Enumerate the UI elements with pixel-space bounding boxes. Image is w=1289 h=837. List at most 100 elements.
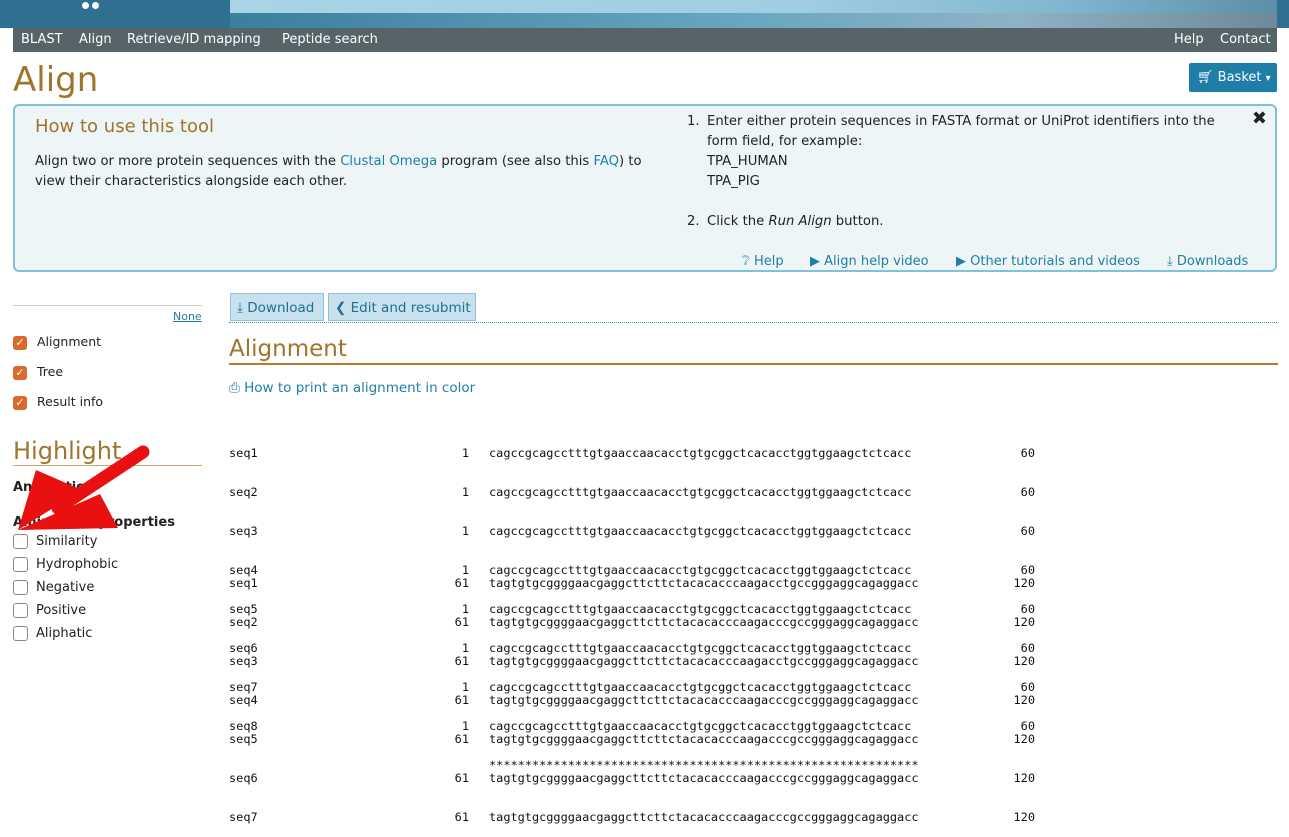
site-logo[interactable]	[82, 0, 108, 9]
step2-suffix: button.	[831, 214, 884, 229]
printer-icon: ⎙	[229, 380, 240, 396]
checkbox-label: Alignment	[37, 334, 102, 349]
seq-start: 61	[454, 771, 469, 785]
top-nav: BLAST Align Retrieve/ID mapping Peptide …	[13, 28, 1277, 52]
highlight-divider	[13, 465, 202, 466]
seq-start: 61	[454, 654, 469, 668]
checkbox-label: Aliphatic	[36, 626, 93, 641]
step-number: 1.	[687, 114, 700, 129]
property-similarity[interactable]: Similarity	[13, 534, 97, 549]
help-link[interactable]: ❔︎ Help	[742, 254, 784, 269]
step2-emphasis: Run Align	[768, 214, 832, 229]
faq-link[interactable]: FAQ	[593, 154, 619, 169]
alignment-block-2: seq1 61 tagtgtgcggggaacgaggcttcttctacacacc…	[229, 551, 1035, 837]
question-circle-icon: ❔︎	[742, 254, 750, 269]
property-negative[interactable]: Negative	[13, 580, 94, 595]
video-icon: ▶	[810, 254, 820, 269]
basket-button[interactable]: 🛒︎ Basket ▾	[1189, 63, 1277, 92]
nav-align[interactable]: Align	[79, 32, 112, 47]
checkbox-unchecked[interactable]	[13, 580, 28, 595]
seq-residues: tagtgtgcggggaacgaggcttcttctacacacccaagac…	[489, 810, 919, 824]
amino-acid-properties-heading: Amino acid properties	[13, 515, 175, 530]
checkbox-checked[interactable]: ✓	[13, 395, 27, 410]
annotation-heading: Annotation	[13, 480, 95, 495]
seq-residues: cagccgcagcctttgtgaaccaacacctgtgcggctcaca…	[489, 524, 912, 538]
seq-residues: tagtgtgcggggaacgaggcttcttctacacacccaagac…	[489, 693, 919, 707]
tutorials-label: Other tutorials and videos	[970, 254, 1140, 269]
seq-residues: tagtgtgcggggaacgaggcttcttctacacacccaagac…	[489, 576, 919, 590]
seq-end: 120	[1013, 693, 1035, 707]
checkbox-checked[interactable]: ✓	[13, 335, 27, 350]
checkbox-label: Result info	[37, 394, 104, 409]
alignment-row: seq3 61 tagtgtgcggggaacgaggcttcttctacacacc…	[229, 655, 1035, 668]
property-aliphatic[interactable]: Aliphatic	[13, 626, 92, 641]
seq-residues: cagccgcagcctttgtgaaccaacacctgtgcggctcaca…	[489, 485, 912, 499]
seq-start: 61	[454, 693, 469, 707]
seq-name: seq2	[229, 485, 258, 499]
edit-resubmit-button[interactable]: ❮ Edit and resubmit	[328, 293, 476, 321]
checkbox-unchecked[interactable]	[13, 557, 28, 572]
alignment-row: seq6 61 tagtgtgcggggaacgaggcttcttctacacacc…	[229, 772, 1035, 785]
help-link-label: Help	[753, 254, 784, 269]
seq-end: 60	[1020, 680, 1035, 694]
example-id: TPA_PIG	[707, 174, 760, 189]
nav-peptide-search[interactable]: Peptide search	[282, 32, 378, 47]
seq-start: 61	[454, 576, 469, 590]
download-icon: ⤓	[237, 300, 243, 316]
print-color-link[interactable]: ⎙ How to print an alignment in color	[229, 380, 475, 396]
consensus-line: ****************************************…	[489, 758, 919, 772]
seq-end: 120	[1013, 810, 1035, 824]
seq-end: 120	[1013, 654, 1035, 668]
checkbox-unchecked[interactable]	[13, 626, 28, 641]
clustal-omega-link[interactable]: Clustal Omega	[340, 154, 437, 169]
property-hydrophobic[interactable]: Hydrophobic	[13, 557, 118, 572]
download-button[interactable]: ⤓ Download	[230, 293, 324, 321]
alignment-row: seq3 1 cagccgcagcctttgtgaaccaacacctgtgcggc…	[229, 525, 1035, 538]
seq-end: 120	[1013, 576, 1035, 590]
alignment-row: seq4 61 tagtgtgcggggaacgaggcttcttctacacacc…	[229, 694, 1035, 707]
download-label: Download	[247, 300, 315, 316]
nav-contact[interactable]: Contact	[1220, 32, 1271, 47]
section-toggle-tree[interactable]: ✓ Tree	[13, 364, 63, 380]
example-id: TPA_HUMAN	[707, 154, 788, 169]
edit-resubmit-label: Edit and resubmit	[350, 300, 471, 316]
close-icon[interactable]: ✖	[1252, 108, 1267, 129]
seq-name: seq7	[229, 810, 258, 824]
checkbox-unchecked[interactable]	[13, 603, 28, 618]
seq-start: 1	[461, 719, 469, 733]
nav-retrieve-id-mapping[interactable]: Retrieve/ID mapping	[127, 32, 261, 47]
downloads-link[interactable]: ⤓ Downloads	[1167, 254, 1248, 269]
seq-residues: cagccgcagcctttgtgaaccaacacctgtgcggctcaca…	[489, 641, 912, 655]
select-none-link[interactable]: None	[173, 310, 202, 323]
checkbox-checked[interactable]: ✓	[13, 365, 27, 380]
download-icon: ⤓	[1167, 254, 1173, 269]
checkbox-label: Positive	[36, 603, 87, 618]
seq-start: 1	[461, 641, 469, 655]
step1-text: Enter either protein sequences in FASTA …	[707, 114, 1215, 149]
help-title: How to use this tool	[35, 116, 215, 137]
checkbox-unchecked[interactable]	[13, 534, 28, 549]
seq-end: 60	[1020, 524, 1035, 538]
seq-start: 1	[461, 680, 469, 694]
step2-text: Click the Run Align button.	[707, 212, 884, 232]
seq-start: 61	[454, 810, 469, 824]
site-banner	[0, 0, 1289, 28]
tutorials-link[interactable]: ▶ Other tutorials and videos	[956, 254, 1140, 269]
property-positive[interactable]: Positive	[13, 603, 86, 618]
toolbar-divider	[229, 322, 1277, 323]
seq-start: 1	[461, 485, 469, 499]
alignment-title-rule	[229, 363, 1278, 365]
basket-label: Basket	[1217, 70, 1262, 85]
align-help-video-link[interactable]: ▶ Align help video	[810, 254, 929, 269]
downloads-label: Downloads	[1176, 254, 1249, 269]
seq-end: 120	[1013, 615, 1035, 629]
seq-name: seq4	[229, 693, 258, 707]
seq-residues: cagccgcagcctttgtgaaccaacacctgtgcggctcaca…	[489, 680, 912, 694]
section-toggle-result-info[interactable]: ✓ Result info	[13, 394, 103, 410]
section-toggle-alignment[interactable]: ✓ Alignment	[13, 334, 101, 350]
nav-blast[interactable]: BLAST	[21, 32, 63, 47]
checkbox-label: Tree	[37, 364, 64, 379]
nav-help[interactable]: Help	[1174, 32, 1204, 47]
banner-image-strip	[230, 13, 1277, 28]
alignment-row: seq2 1 cagccgcagcctttgtgaaccaacacctgtgcggc…	[229, 486, 1035, 499]
